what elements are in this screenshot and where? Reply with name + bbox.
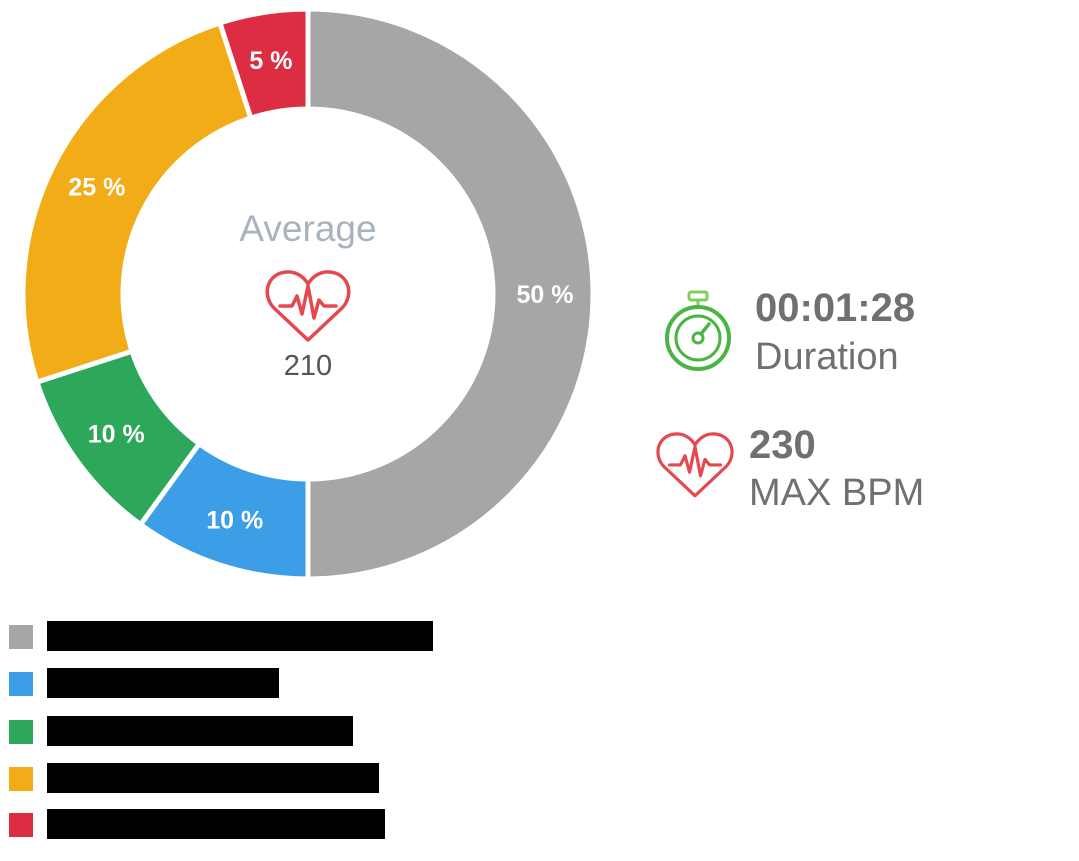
legend-swatch [9, 672, 33, 696]
legend-label [47, 668, 279, 698]
donut-slice [20, 19, 254, 386]
legend-label [47, 809, 385, 839]
slice-data-label: 10 % [88, 420, 145, 448]
center-title: Average [239, 208, 377, 249]
slice-data-label: 10 % [206, 506, 263, 534]
max-bpm-label: MAX BPM [749, 472, 925, 514]
heart-rate-icon [265, 270, 351, 342]
legend-label [47, 763, 379, 793]
legend-swatch [9, 625, 33, 649]
duration-value: 00:01:28 [755, 286, 916, 330]
slice-data-label: 25 % [68, 173, 125, 201]
legend-swatch [9, 813, 33, 837]
slice-data-label: 5 % [249, 47, 292, 75]
center-value: 210 [283, 350, 333, 382]
legend-swatch [9, 720, 33, 744]
legend-swatch [9, 767, 33, 791]
legend-label [47, 621, 433, 651]
legend-label [47, 716, 353, 746]
duration-label: Duration [755, 336, 899, 378]
slice-data-label: 50 % [517, 281, 574, 309]
heart-rate-icon [656, 432, 734, 498]
max-bpm-value: 230 [749, 423, 816, 467]
stopwatch-icon [665, 290, 731, 371]
